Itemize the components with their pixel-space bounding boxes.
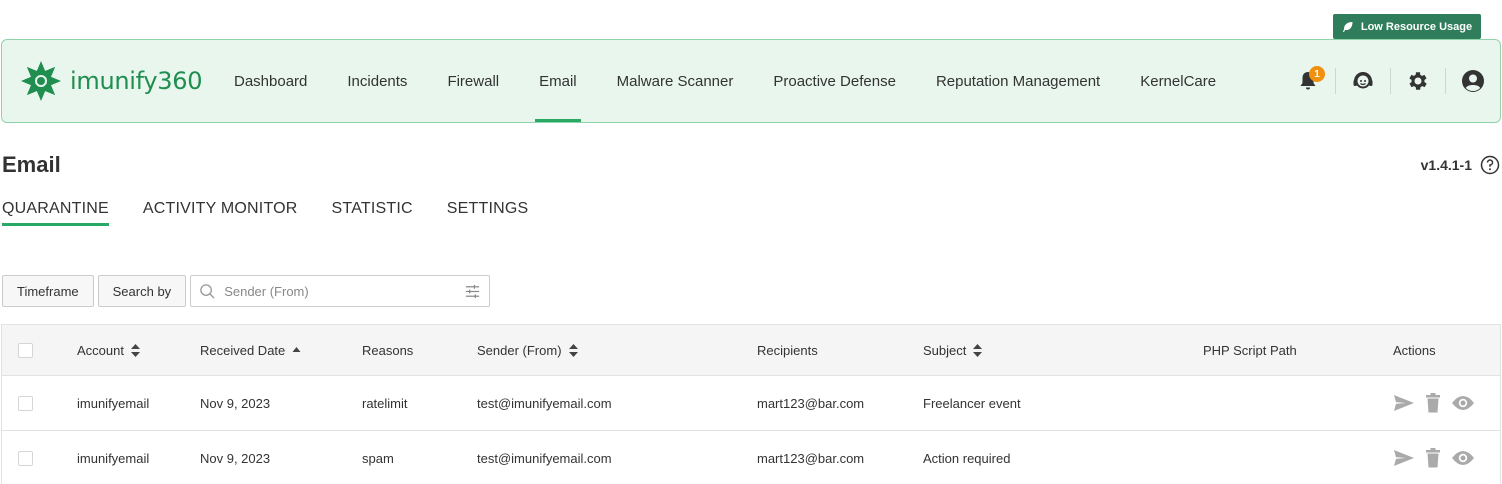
send-icon[interactable] [1393,449,1415,467]
column-subject[interactable]: Subject [923,343,1203,358]
sort-ascending-icon [292,344,301,357]
table-row[interactable]: imunifyemail Nov 9, 2023 spam test@imuni… [2,431,1500,484]
column-label: Reasons [362,342,414,358]
trash-icon[interactable] [1425,448,1441,468]
low-resource-usage-label: Low Resource Usage [1360,20,1473,33]
user-menu-button[interactable] [1446,40,1500,122]
nav-kernelcare[interactable]: KernelCare [1120,40,1236,122]
page-title: Email [2,152,61,177]
sort-icon [568,343,578,357]
nav-proactive-defense[interactable]: Proactive Defense [753,40,916,122]
leaf-icon [1342,21,1353,32]
search-input[interactable] [224,283,465,299]
column-label: Sender (From) [477,342,562,358]
header-icons: 1 [1281,40,1500,122]
cell-sender: test@imunifyemail.com [477,450,612,466]
send-icon[interactable] [1393,394,1415,412]
table-header-row: Account Received Date Reasons Sender (Fr… [2,325,1500,376]
nav-malware-scanner[interactable]: Malware Scanner [597,40,754,122]
support-button[interactable] [1336,40,1390,122]
row-checkbox[interactable] [18,395,33,411]
tab-settings[interactable]: SETTINGS [447,200,529,226]
email-tabs: QUARANTINE ACTIVITY MONITOR STATISTIC SE… [2,200,528,226]
version-info: v1.4.1-1 [1421,155,1500,175]
nav-incidents[interactable]: Incidents [327,40,427,122]
column-label: PHP Script Path [1203,342,1297,358]
table-row[interactable]: imunifyemail Nov 9, 2023 ratelimit test@… [2,376,1500,431]
column-php-script-path: PHP Script Path [1203,343,1393,358]
notifications-button[interactable]: 1 [1281,40,1335,122]
search-icon [200,283,215,299]
column-actions: Actions [1393,343,1493,358]
gear-icon [1409,72,1427,90]
notification-badge: 1 [1309,66,1325,82]
column-label: Recipients [757,342,818,358]
version-label: v1.4.1-1 [1420,157,1472,173]
support-icon [1353,72,1373,89]
search-box [190,275,491,307]
tab-activity-monitor[interactable]: ACTIVITY MONITOR [143,200,298,226]
column-sender[interactable]: Sender (From) [477,343,757,358]
filter-settings-icon[interactable] [464,283,481,300]
trash-icon[interactable] [1425,393,1441,413]
nav-dashboard[interactable]: Dashboard [214,40,327,122]
column-recipients: Recipients [757,343,923,358]
cell-account: imunifyemail [77,395,150,411]
column-label: Actions [1393,342,1436,358]
column-received-date[interactable]: Received Date [200,343,362,358]
quarantine-table: Account Received Date Reasons Sender (Fr… [1,324,1501,484]
cell-account: imunifyemail [77,450,150,466]
cell-subject: Action required [923,450,1011,466]
user-icon [1462,70,1484,92]
header-select-cell [2,342,77,358]
timeframe-button[interactable]: Timeframe [2,275,94,307]
cell-recipients: mart123@bar.com [757,450,865,466]
filter-toolbar: Timeframe Search by [2,275,491,307]
cell-received-date: Nov 9, 2023 [200,450,271,466]
settings-button[interactable] [1391,40,1445,122]
nav-reputation-management[interactable]: Reputation Management [916,40,1120,122]
select-all-checkbox[interactable] [18,342,33,358]
cell-sender: test@imunifyemail.com [477,395,612,411]
logo-star-icon [21,61,61,101]
low-resource-usage-button[interactable]: Low Resource Usage [1333,14,1481,39]
sort-icon [130,343,140,357]
eye-icon[interactable] [1451,450,1475,466]
cell-actions [1393,393,1493,413]
search-by-button[interactable]: Search by [97,275,187,307]
cell-actions [1393,448,1493,468]
tab-statistic[interactable]: STATISTIC [332,200,413,226]
main-nav: Dashboard Incidents Firewall Email Malwa… [214,40,1236,122]
row-select-cell [2,395,77,411]
column-reasons: Reasons [362,343,477,358]
help-icon[interactable] [1480,155,1500,175]
cell-received-date: Nov 9, 2023 [200,395,271,411]
row-checkbox[interactable] [18,450,33,466]
cell-reasons: spam [362,450,394,466]
nav-email[interactable]: Email [519,40,597,122]
eye-icon[interactable] [1451,395,1475,411]
column-label: Account [77,342,124,358]
imunify360-logo[interactable]: imunify360 [18,58,203,104]
sort-icon [973,343,983,357]
cell-subject: Freelancer event [923,395,1021,411]
nav-firewall[interactable]: Firewall [427,40,519,122]
tab-quarantine[interactable]: QUARANTINE [2,200,109,226]
cell-recipients: mart123@bar.com [757,395,865,411]
cell-reasons: ratelimit [362,395,408,411]
logo-text: imunify360 [70,67,203,95]
top-navigation-bar: imunify360 Dashboard Incidents Firewall … [1,39,1501,123]
column-account[interactable]: Account [77,343,200,358]
column-label: Subject [923,342,967,358]
column-label: Received Date [200,342,286,358]
row-select-cell [2,450,77,466]
